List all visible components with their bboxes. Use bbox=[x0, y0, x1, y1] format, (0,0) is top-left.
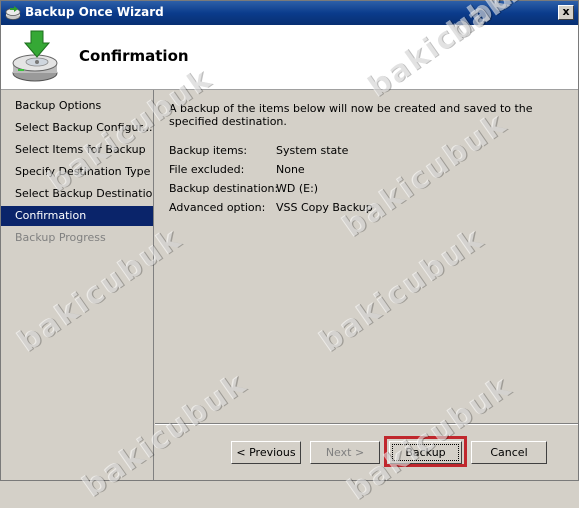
detail-label: Backup destination: bbox=[169, 182, 279, 195]
confirmation-panel: A backup of the items below will now be … bbox=[155, 90, 578, 425]
detail-row-file-excluded: File excluded: None bbox=[169, 163, 549, 182]
detail-label: File excluded: bbox=[169, 163, 245, 176]
detail-value: WD (E:) bbox=[276, 182, 319, 195]
detail-value: System state bbox=[276, 144, 349, 157]
detail-row-advanced-option: Advanced option: VSS Copy Backup bbox=[169, 201, 549, 220]
sidebar-item-confirmation[interactable]: Confirmation bbox=[1, 206, 153, 226]
wizard-header: Confirmation bbox=[1, 25, 578, 90]
detail-row-backup-items: Backup items: System state bbox=[169, 144, 549, 163]
cancel-button[interactable]: Cancel bbox=[471, 441, 547, 464]
sidebar-item-select-backup-destination[interactable]: Select Backup Destination bbox=[1, 184, 153, 204]
wizard-steps-sidebar: Backup Options Select Backup Configur...… bbox=[1, 90, 154, 480]
sidebar-item-select-backup-configuration[interactable]: Select Backup Configur... bbox=[1, 118, 153, 138]
confirmation-intro-text: A backup of the items below will now be … bbox=[169, 102, 533, 128]
close-button[interactable]: x bbox=[558, 5, 574, 20]
backup-disk-icon bbox=[12, 30, 58, 82]
detail-value: VSS Copy Backup bbox=[276, 201, 373, 214]
detail-label: Backup items: bbox=[169, 144, 248, 157]
sidebar-item-specify-destination-type[interactable]: Specify Destination Type bbox=[1, 162, 153, 182]
backup-button-highlight bbox=[384, 436, 467, 467]
page-title: Confirmation bbox=[79, 47, 189, 65]
backup-app-icon bbox=[5, 6, 21, 20]
sidebar-item-backup-progress: Backup Progress bbox=[15, 231, 106, 244]
title-bar[interactable]: Backup Once Wizard x bbox=[1, 1, 578, 25]
detail-row-backup-destination: Backup destination: WD (E:) bbox=[169, 182, 549, 201]
detail-value: None bbox=[276, 163, 305, 176]
close-icon: x bbox=[562, 5, 570, 18]
detail-label: Advanced option: bbox=[169, 201, 266, 214]
sidebar-item-select-items-for-backup[interactable]: Select Items for Backup bbox=[1, 140, 153, 160]
window-title: Backup Once Wizard bbox=[25, 5, 164, 19]
footer-separator-highlight bbox=[155, 424, 578, 425]
sidebar-item-backup-options[interactable]: Backup Options bbox=[1, 96, 153, 116]
previous-button[interactable]: < Previous bbox=[231, 441, 301, 464]
sidebar-divider bbox=[153, 90, 154, 480]
wizard-window: Backup Once Wizard x Confirmation Backup… bbox=[0, 0, 579, 508]
next-button: Next > bbox=[310, 441, 380, 464]
